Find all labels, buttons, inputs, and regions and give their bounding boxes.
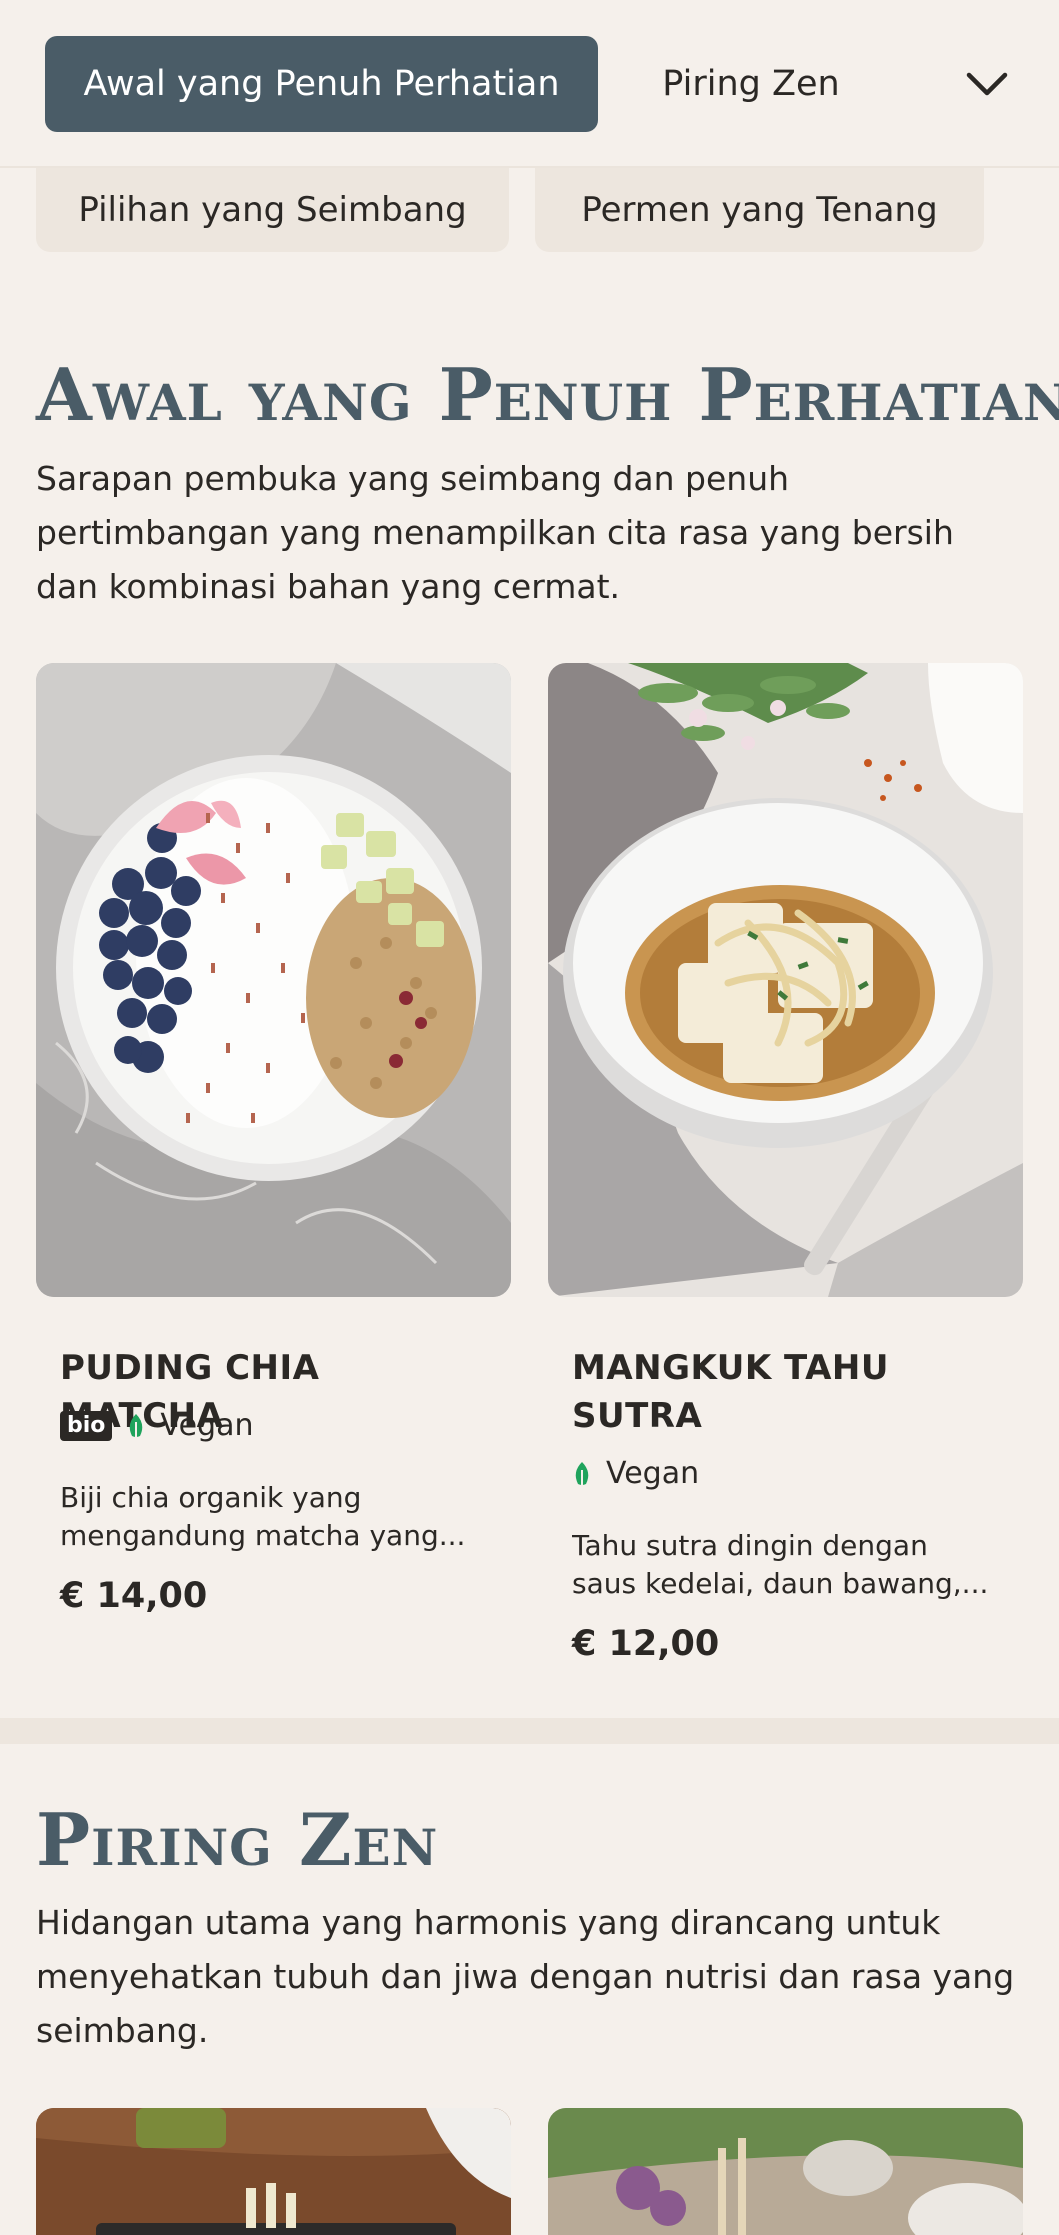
section-description-awal: Sarapan pembuka yang seimbang dan penuh … [36, 459, 954, 606]
category-chip-row: Pilihan yang Seimbang Permen yang Tenang [0, 168, 1059, 254]
section-title-piring-zen: Piring Zen [36, 1797, 439, 1882]
menu-item-image[interactable] [548, 2108, 1023, 2235]
menu-item-price: € 14,00 [60, 1576, 208, 1616]
menu-item-price: € 12,00 [572, 1624, 720, 1664]
tab-awal-yang-penuh-perhatian[interactable]: Awal yang Penuh Perhatian [45, 36, 598, 132]
section-description-piring-zen: Hidangan utama yang harmonis yang diranc… [36, 1903, 1015, 2050]
diet-label: Vegan [606, 1456, 700, 1491]
chip-permen-yang-tenang[interactable]: Permen yang Tenang [535, 168, 984, 252]
section-title-awal: Awal yang Penuh Perhatian [36, 352, 1059, 437]
leaf-icon [130, 1413, 143, 1439]
tab-piring-zen[interactable]: Piring Zen [620, 36, 882, 132]
chip-pilihan-yang-seimbang[interactable]: Pilihan yang Seimbang [36, 168, 509, 252]
menu-item-image-mangkuk-tahu-sutra[interactable] [548, 663, 1023, 1297]
menu-item-image-puding-chia-matcha[interactable] [36, 663, 511, 1297]
menu-item-image[interactable] [36, 2108, 511, 2235]
chevron-down-icon [966, 72, 1008, 96]
menu-item-description: Tahu sutra dingin dengan saus kedelai, d… [572, 1529, 989, 1600]
bio-badge: bio [60, 1410, 113, 1441]
category-nav: Awal yang Penuh Perhatian Piring Zen [0, 0, 1059, 168]
menu-item-description: Biji chia organik yang mengandung matcha… [60, 1481, 466, 1552]
menu-item-tags: Vegan [572, 1456, 699, 1491]
diet-label: Vegan [160, 1408, 254, 1443]
section-divider [0, 1718, 1059, 1744]
leaf-icon [575, 1461, 589, 1487]
menu-item-tags: bio Vegan [60, 1408, 254, 1443]
menu-item-name[interactable]: Mangkuk Tahu Sutra [572, 1344, 972, 1440]
category-dropdown-button[interactable] [950, 50, 1024, 118]
